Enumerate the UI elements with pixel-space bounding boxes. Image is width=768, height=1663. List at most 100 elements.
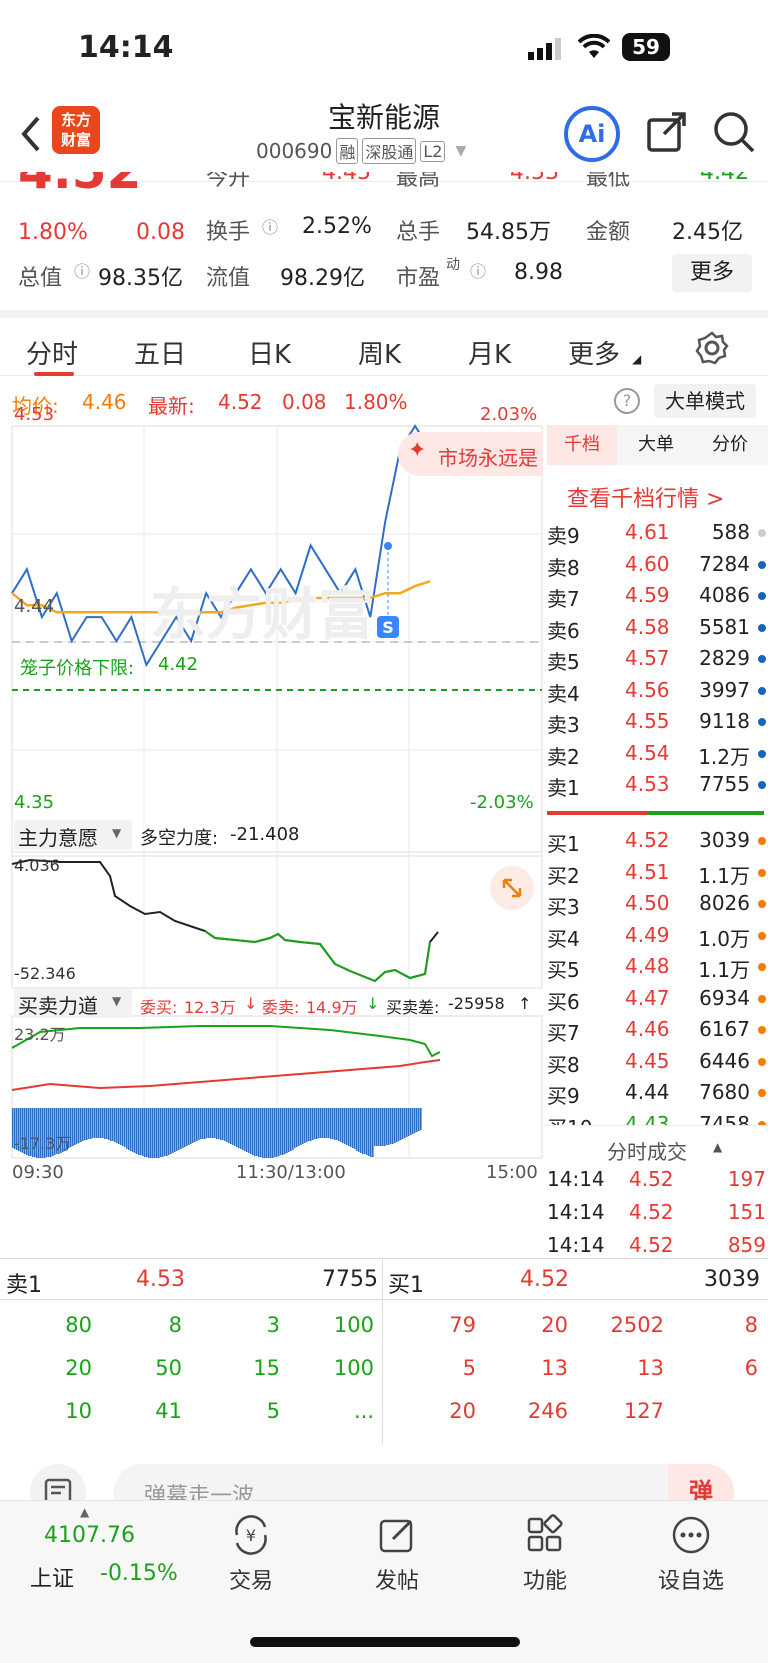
tab-day-k[interactable]: 日K [248,334,291,371]
power-bar [164,1108,166,1156]
danmu-input[interactable]: 弹幕走一波... 弹 [114,1464,734,1500]
tab-intraday[interactable]: 分时 [26,334,78,371]
power-bar [226,1108,228,1142]
settings-icon[interactable] [694,330,730,370]
share-icon[interactable] [646,110,690,158]
tick-time: 14:14 [547,1167,605,1191]
arrow-down-icon: ↓ [244,994,258,1013]
arrow-up-icon: ↑ [518,994,532,1013]
power-bar [302,1108,304,1144]
bid-volume: 6167 [699,1017,750,1041]
ask-price: 4.53 [625,772,670,796]
search-icon[interactable] [712,110,756,158]
bid-ratio-bar [647,811,764,815]
power-bar [278,1108,280,1156]
tick-volume: 151 [727,1200,766,1224]
power-bar [200,1108,202,1139]
wifi-icon [577,33,611,64]
power-bar [322,1108,324,1138]
queue-sell-cell: 100 [333,1313,374,1337]
tab-price-dist[interactable]: 分价 [695,425,765,465]
promo-banner[interactable]: ✦ 市场永远是 [398,432,543,476]
axis-bottom-pct: -2.03% [470,792,534,813]
power-bar [210,1108,212,1138]
power-bar [404,1108,406,1138]
power-bar [332,1108,334,1139]
firecracker-icon: ✦ [408,438,427,463]
view-depth-link[interactable]: 查看千档行情 > [567,481,724,513]
order-dot-icon [758,623,766,632]
power-bar [126,1108,128,1149]
info-icon[interactable]: ⓘ [74,258,90,282]
power-selector[interactable]: 买卖力道 ▼ [14,988,132,1018]
help-icon[interactable]: ? [614,388,640,414]
power-bar [78,1108,80,1143]
power-bar [312,1108,314,1140]
order-dot-icon [758,529,766,537]
power-bar [314,1108,316,1139]
power-bar [364,1108,366,1154]
diff-value: -25958 [448,994,505,1013]
power-bar [392,1108,394,1144]
queue-buy-cell: 6 [744,1356,758,1380]
power-bar [148,1108,150,1158]
intraday-chart[interactable]: S 4.53 2.03% 4.44 笼子价格下限: 4.42 4.35 -2.0… [0,376,543,1256]
bid-label: 委买: [140,998,178,1017]
ai-button[interactable]: Ai [564,106,620,162]
power-bar [158,1108,160,1158]
more-button[interactable]: 更多 [672,254,752,292]
tab-5day[interactable]: 五日 [134,334,186,371]
add-watchlist-button[interactable]: 设自选 [636,1513,746,1595]
power-bar [252,1108,254,1155]
ask-level: 卖8 [547,555,580,580]
danmu-send-button[interactable]: 弹 [668,1464,734,1500]
tab-week-k[interactable]: 周K [358,334,401,371]
edit-icon [379,1519,413,1553]
bid-price: 4.49 [625,922,670,947]
power-bar [214,1108,216,1138]
power-bar [378,1108,380,1146]
tick-volume: 197 [727,1167,766,1191]
power-bar [240,1108,242,1149]
danmu-toggle-button[interactable] [30,1464,86,1500]
pe-value: 8.98 [514,260,563,285]
info-icon[interactable]: ⓘ [470,258,486,282]
power-bar [384,1108,386,1146]
expand-button[interactable] [490,866,534,910]
trade-button[interactable]: ¥ 交易 [196,1513,306,1595]
power-top: 23.2万 [14,1025,66,1044]
bid-level: 买2 [547,863,580,888]
queue-buy-cell: 79 [449,1313,476,1337]
dropdown-icon[interactable]: ▼ [455,143,466,159]
tab-more[interactable]: 更多 [568,334,620,371]
post-button[interactable]: 发帖 [342,1513,452,1595]
bid-volume: 1.1万 [698,958,750,982]
capital-selector[interactable]: 主力意愿 ▼ [14,820,132,850]
tab-month-k[interactable]: 月K [468,334,511,371]
queue-sell-cell: ... [353,1399,374,1423]
bid-level: 买10 [547,1112,592,1126]
index-widget[interactable]: ▲ 4107.76 上证 -0.15% [0,1501,200,1601]
power-bar [118,1108,120,1144]
tab-big-order[interactable]: 大单 [621,425,691,465]
bid-price: 4.48 [625,954,670,978]
tab-thousand-level[interactable]: 千档 [547,425,617,465]
bid-level: 买9 [547,1084,580,1108]
features-button[interactable]: 功能 [490,1513,600,1595]
power-bar [280,1108,282,1155]
order-dot-icon [758,994,766,1003]
queue-buy-cell: 20 [449,1399,476,1423]
danmu-bar: 弹幕走一波... 弹 [0,1440,768,1500]
power-bar [170,1108,172,1154]
arrow-down-icon: ↓ [366,994,380,1013]
diff-label: 买卖差: [386,998,440,1017]
power-bar [286,1108,288,1153]
ask-value: 14.9万 [306,998,358,1017]
power-bar [326,1108,328,1138]
big-order-mode-button[interactable]: 大单模式 [654,384,756,418]
queue-sell-label: 卖1 [6,1273,42,1298]
queue-sell-cell: 15 [253,1356,280,1380]
bid-volume: 8026 [699,891,750,915]
order-dot-icon [758,1026,766,1034]
info-icon[interactable]: ⓘ [262,214,278,238]
